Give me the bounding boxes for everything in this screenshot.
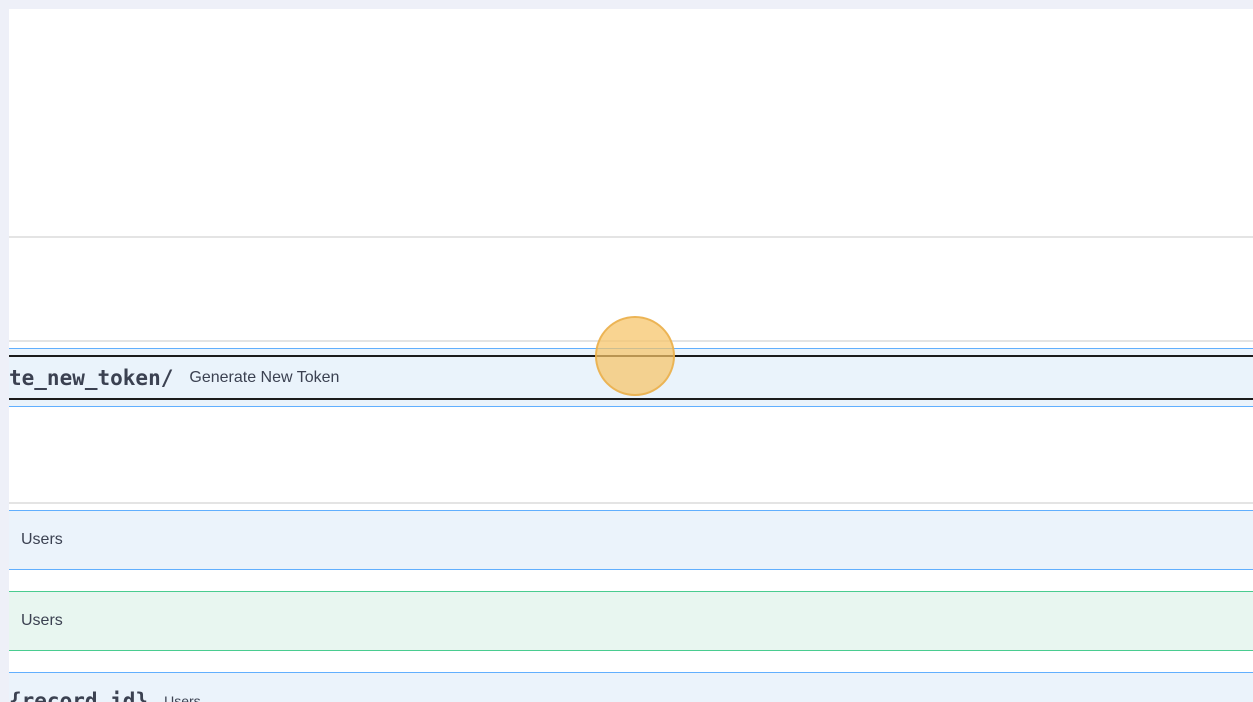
operation-users-post[interactable]: Users	[9, 591, 1253, 651]
operation-summary: Users	[21, 531, 63, 548]
operation-summary: Users	[164, 693, 201, 702]
operation-summary: Users	[21, 612, 63, 629]
section-divider	[9, 340, 1253, 342]
operation-summary: Generate New Token	[189, 368, 340, 386]
section-divider	[9, 502, 1253, 504]
operation-users-get[interactable]: Users	[9, 510, 1253, 570]
section-divider	[9, 236, 1253, 238]
operation-users-record[interactable]: {record_id} Users	[9, 672, 1253, 702]
operation-generate-new-token[interactable]: te_new_token/ Generate New Token	[9, 348, 1253, 407]
operation-path: {record_id}	[9, 689, 149, 702]
api-docs-page: te_new_token/ Generate New Token Users U…	[9, 9, 1253, 702]
operation-path: te_new_token/	[9, 365, 174, 390]
